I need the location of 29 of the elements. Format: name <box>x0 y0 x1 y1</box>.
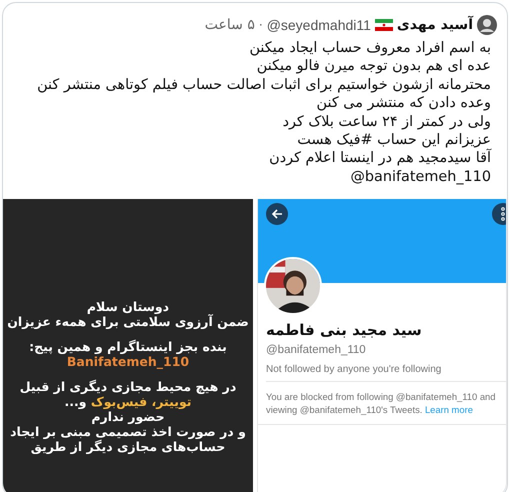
separator: · <box>258 18 263 32</box>
story-text: و در صورت اخذ تصمیمی مبنی بر ایجاد <box>10 424 246 440</box>
story-text: حضور ندارم <box>91 409 165 424</box>
story-text: Banifatemeh_110 <box>66 354 190 370</box>
flag-icon <box>374 19 393 31</box>
story-text: ضمن آرزوی سلامتی برای همهء عزیزان <box>7 314 249 330</box>
story-text: بنده بجز اینستاگرام و همین پیج: <box>29 339 227 354</box>
story-text: توییتر، فیس‌بوک و... <box>64 394 192 410</box>
back-button[interactable] <box>266 203 288 226</box>
tweet-text: به اسم افراد معروف حساب ایجاد میکنن <box>249 39 491 58</box>
tweet-text: آقا سیدمجید هم در اینستا اعلام کردن <box>269 149 491 168</box>
story-text: در هیچ محیط مجازی دیگری از قبیل <box>20 379 236 394</box>
blocked-message: You are blocked from following @banifatemeh_110 and viewing @banifatemeh_110's Tweets. Learn more <box>258 382 506 426</box>
profile-name: سید مجید بنی فاطمه <box>266 321 423 340</box>
story-text: حساب‌های مجازی دیگر از طریق <box>30 439 226 454</box>
back-arrow-icon <box>271 208 283 220</box>
story-text: دوستان سلام <box>86 299 170 314</box>
tweet-text: وعده دادن که منتشر می کنن <box>316 94 491 113</box>
author-name[interactable]: آسید مهدی <box>396 17 473 33</box>
tweet-text: محترمانه ازشون خواستیم برای اثبات اصالت حساب فیلم کوتاهی منتشر کنن <box>37 76 491 94</box>
tweet-text: ولی در کمتر از ۲۴ ساعت بلاک کرد <box>282 112 491 132</box>
tweet-text: عده ای هم بدون توجه میرن فالو میکنن <box>256 57 491 76</box>
tweet-text: @banifatemeh_110 <box>350 168 491 186</box>
avatar-icon[interactable] <box>477 15 497 35</box>
author-handle[interactable]: @seyedmahdi11 <box>266 17 371 33</box>
tweet-text: عزیزانم این حساب #فیک هست <box>297 131 491 148</box>
followers-note: Not followed by anyone you're following <box>266 364 506 382</box>
profile-handle: @banifatemeh_110 <box>266 344 367 356</box>
tweet-time[interactable]: ۵ ساعت <box>204 17 255 33</box>
